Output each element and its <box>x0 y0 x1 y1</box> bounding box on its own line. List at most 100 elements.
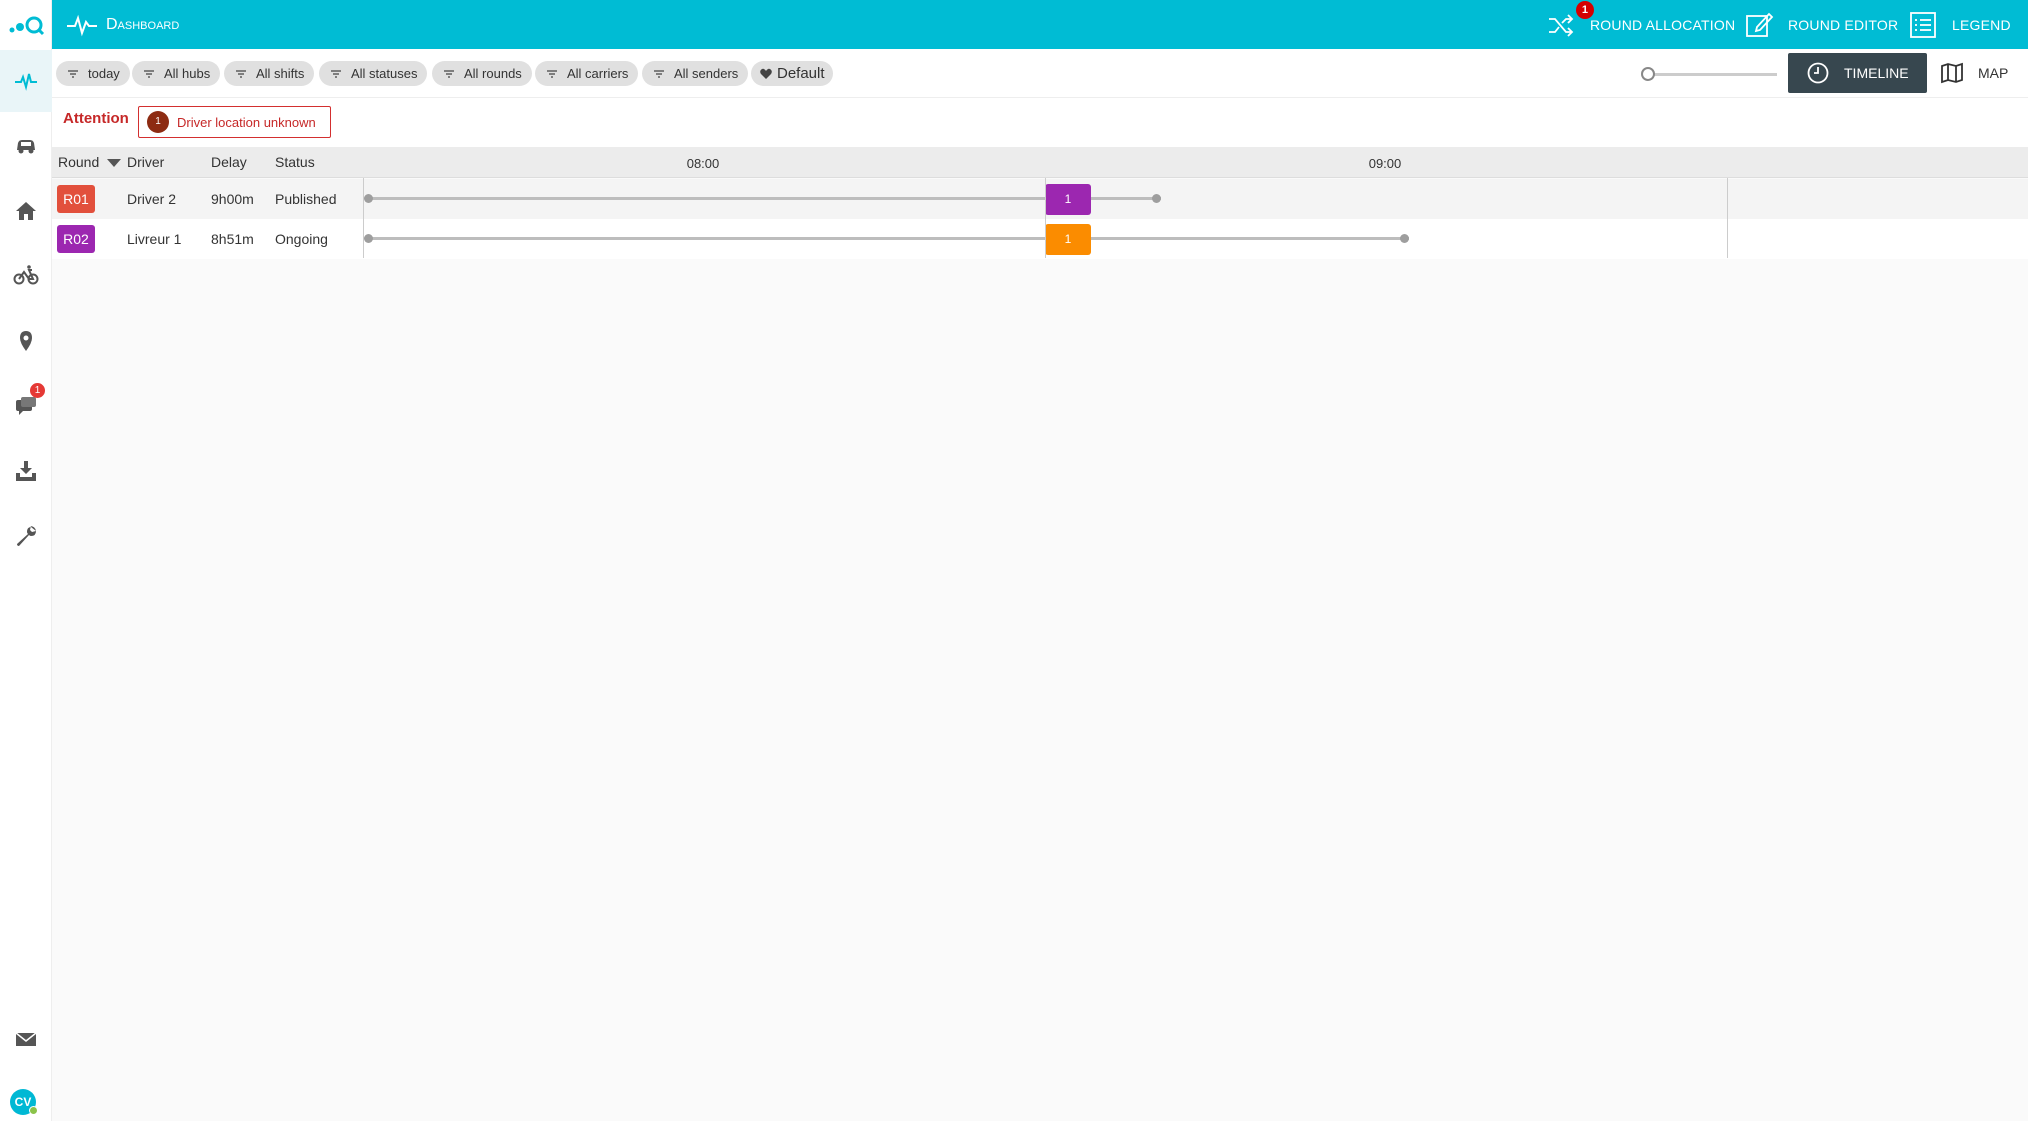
shuffle-icon <box>1549 13 1574 37</box>
filter-chip-label: All shifts <box>256 66 305 81</box>
mail-button[interactable] <box>0 1008 52 1070</box>
timeline-divider <box>363 178 364 258</box>
page-title: Dashboard <box>66 0 179 49</box>
filter-chip-date[interactable]: today <box>56 61 130 86</box>
alert-count-badge: 1 <box>147 111 169 133</box>
timeline-view-label: TIMELINE <box>1844 65 1909 81</box>
online-status-dot <box>29 1106 38 1115</box>
timeline-grid-line <box>1045 178 1046 258</box>
filter-icon <box>547 69 557 78</box>
round-editor-button[interactable]: ROUND EDITOR <box>1744 0 1898 49</box>
round-timeline-line <box>369 237 1409 240</box>
download-icon <box>16 461 36 481</box>
time-tick-label: 08:00 <box>686 156 720 171</box>
app-logo[interactable] <box>0 0 52 49</box>
sidebar-item-hubs[interactable] <box>0 180 52 242</box>
car-icon <box>17 140 35 154</box>
heart-icon <box>760 68 772 79</box>
bicycle-icon <box>13 265 39 285</box>
filter-chip-label: today <box>88 66 120 81</box>
timeline-table: Round Driver Delay Status 08:00 09:00 R0… <box>52 147 2028 1121</box>
map-icon <box>1941 62 1963 84</box>
wrench-icon <box>17 526 36 546</box>
alert-text: Driver location unknown <box>177 114 316 130</box>
map-view-label: MAP <box>1978 65 2009 81</box>
sidebar-item-vehicles[interactable] <box>0 115 52 177</box>
sidebar-item-messages[interactable]: 1 <box>0 375 52 437</box>
home-icon <box>16 202 36 220</box>
sort-desc-icon[interactable] <box>107 159 121 167</box>
status-cell: Ongoing <box>275 231 328 247</box>
filter-chip-label: All senders <box>674 66 739 81</box>
filter-bar: today All hubs All shifts All statuses A… <box>52 49 2028 98</box>
filter-chip-senders[interactable]: All senders <box>642 61 749 86</box>
column-header-status[interactable]: Status <box>275 147 315 178</box>
timeline-start-dot <box>364 234 373 243</box>
filter-chip-label: All carriers <box>567 66 629 81</box>
table-row[interactable]: R02 Livreur 1 8h51m Ongoing 1 <box>52 219 2028 259</box>
round-allocation-button[interactable]: 1 ROUND ALLOCATION <box>1546 0 1735 49</box>
sidebar-item-drivers[interactable] <box>0 244 52 306</box>
zoom-slider[interactable] <box>1641 67 1777 81</box>
filter-icon <box>236 69 246 78</box>
timeline-view-button[interactable]: TIMELINE <box>1788 53 1927 93</box>
status-cell: Published <box>275 191 337 207</box>
favorite-filter-chip[interactable]: Default <box>751 61 833 86</box>
delay-cell: 9h00m <box>211 191 254 207</box>
attention-bar: Attention 1 Driver location unknown <box>52 98 2028 147</box>
mail-icon <box>15 1032 37 1046</box>
round-badge[interactable]: R02 <box>57 225 95 253</box>
filter-chip-hubs[interactable]: All hubs <box>132 61 221 86</box>
column-header-delay[interactable]: Delay <box>211 147 247 178</box>
edit-icon <box>1746 12 1774 37</box>
alert-chip-driver-location[interactable]: 1 Driver location unknown <box>138 106 331 138</box>
delay-cell: 8h51m <box>211 231 254 247</box>
filter-icon <box>654 69 664 78</box>
favorite-filter-label: Default <box>777 65 825 82</box>
filter-chip-carriers[interactable]: All carriers <box>535 61 639 86</box>
column-header-round[interactable]: Round <box>58 147 99 178</box>
filter-chip-statuses[interactable]: All statuses <box>319 61 428 86</box>
timeline-end-dot <box>1400 234 1409 243</box>
round-allocation-badge: 1 <box>1576 1 1594 19</box>
top-bar: Dashboard 1 ROUND ALLOCATION ROUND EDITO… <box>52 0 2028 49</box>
round-allocation-label: ROUND ALLOCATION <box>1590 16 1736 33</box>
messages-badge: 1 <box>30 383 45 398</box>
sidebar-item-dashboard[interactable] <box>0 50 52 112</box>
timeline-start-dot <box>364 194 373 203</box>
sidebar-item-locations[interactable] <box>0 310 52 372</box>
filter-chip-rounds[interactable]: All rounds <box>432 61 532 86</box>
attention-label: Attention <box>63 110 129 127</box>
filter-icon <box>68 69 78 78</box>
zoom-slider-thumb[interactable] <box>1641 67 1655 81</box>
sidebar-item-import[interactable] <box>0 440 52 502</box>
timeline-end-dot <box>1152 194 1161 203</box>
driver-cell: Driver 2 <box>127 191 177 207</box>
table-row[interactable]: R01 Driver 2 9h00m Published 1 <box>52 179 2028 219</box>
round-editor-label: ROUND EDITOR <box>1788 16 1899 33</box>
map-view-button[interactable]: MAP <box>1922 53 2026 93</box>
sidebar: 1 CV <box>0 0 52 1121</box>
list-icon <box>1910 11 1936 38</box>
pulse-icon <box>67 14 97 36</box>
legend-label: LEGEND <box>1952 16 2011 33</box>
clock-icon <box>1807 62 1829 84</box>
column-header-driver[interactable]: Driver <box>127 147 164 178</box>
stop-marker[interactable]: 1 <box>1045 224 1091 255</box>
round-badge[interactable]: R01 <box>57 185 95 213</box>
legend-button[interactable]: LEGEND <box>1908 0 2011 49</box>
pulse-icon <box>15 73 37 91</box>
table-header: Round Driver Delay Status 08:00 09:00 <box>52 147 2028 178</box>
round-timeline-line <box>369 197 1161 200</box>
page-title-text: Dashboard <box>106 15 180 33</box>
filter-icon <box>144 69 154 78</box>
sidebar-item-settings[interactable] <box>0 505 52 567</box>
filter-chip-label: All rounds <box>464 66 522 81</box>
filter-chip-shifts[interactable]: All shifts <box>224 61 315 86</box>
timeline-grid-line <box>1727 178 1728 258</box>
stop-marker[interactable]: 1 <box>1045 184 1091 215</box>
filter-chip-label: All statuses <box>351 66 418 81</box>
filter-icon <box>331 69 341 78</box>
time-tick-label: 09:00 <box>1368 156 1402 171</box>
logo-icon <box>9 16 45 35</box>
